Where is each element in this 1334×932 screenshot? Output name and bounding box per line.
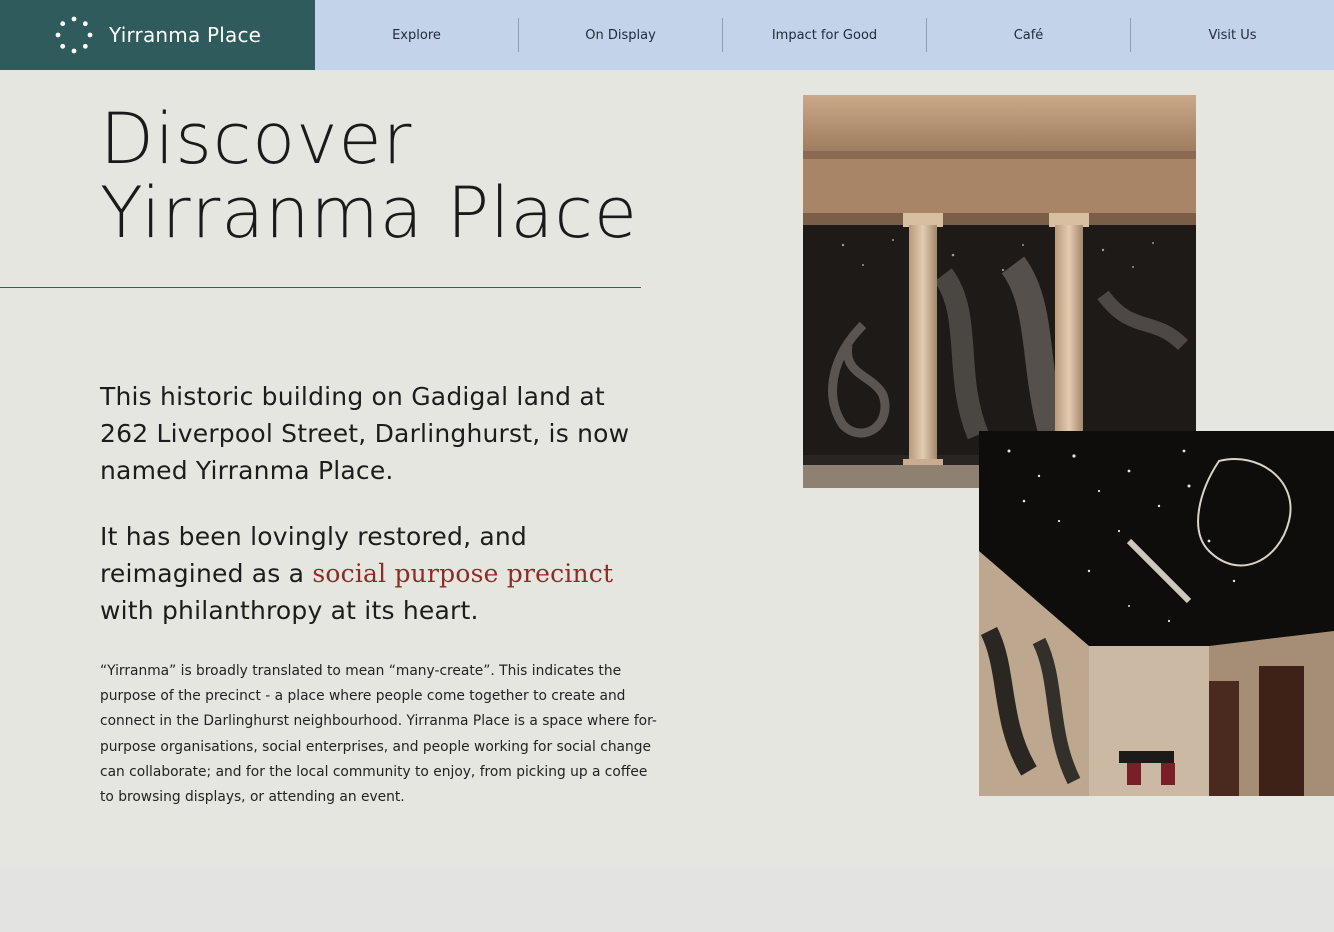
main-nav: Explore On Display Impact for Good Café … [315,0,1334,70]
page-title-line-1: Discover [100,98,413,180]
portico-columns-photo [803,95,1196,488]
title-divider [0,287,641,288]
intro-paragraph-1: This historic building on Gadigal land a… [100,382,630,485]
top-navigation-bar: Yirranma Place Explore On Display Impact… [0,0,1334,70]
nav-item-explore[interactable]: Explore [315,18,519,52]
next-section-band [0,866,1334,932]
nav-item-impact-for-good[interactable]: Impact for Good [723,18,927,52]
nav-item-visit-us[interactable]: Visit Us [1131,18,1334,52]
brand-name: Yirranma Place [109,23,262,47]
nav-item-on-display[interactable]: On Display [519,18,723,52]
intro-paragraph-2-end: with philanthropy at its heart. [100,596,479,625]
page-title: Discover Yirranma Place [100,102,638,250]
intro-paragraph-2: It has been lovingly restored, and reima… [100,518,660,629]
yirranma-description: “Yirranma” is broadly translated to mean… [100,663,657,806]
page-title-line-2: Yirranma Place [100,172,638,254]
starry-ceiling-photo [979,431,1334,796]
nav-item-cafe[interactable]: Café [927,18,1131,52]
social-purpose-precinct-link[interactable]: social purpose precinct [312,559,613,588]
brand-home-link[interactable]: Yirranma Place [0,0,315,70]
dotted-circle-logo-icon [55,16,93,54]
